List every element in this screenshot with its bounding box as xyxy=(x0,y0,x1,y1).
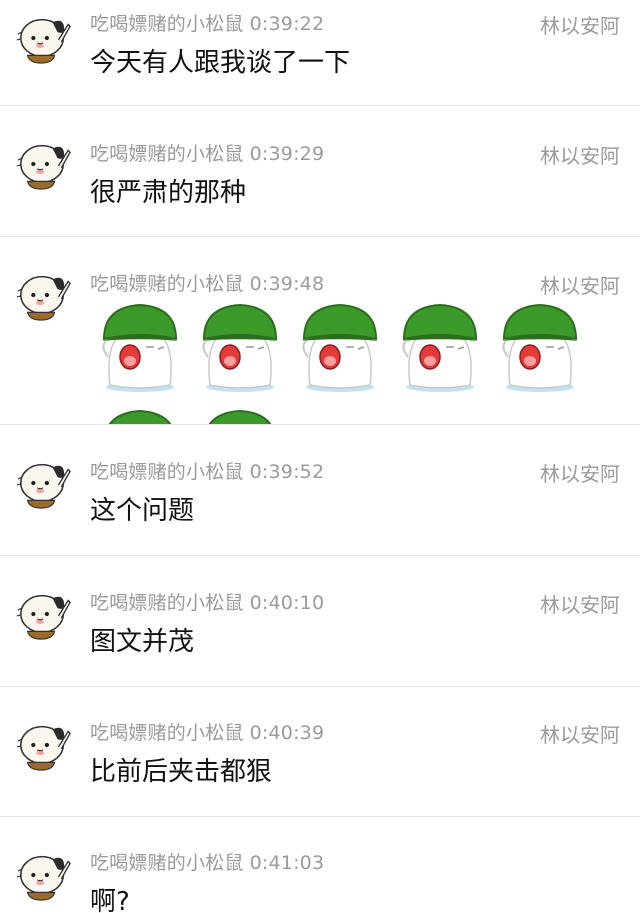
message-time: 0:41:03 xyxy=(249,852,325,874)
sender-name[interactable]: 吃喝嫖赌的小松鼠 xyxy=(90,461,244,483)
green-hat-crying-ghost-sticker[interactable] xyxy=(200,301,280,393)
sender-meta: 吃喝嫖赌的小松鼠 0:39:22 xyxy=(90,9,324,36)
chat-message: 吃喝嫖赌的小松鼠 0:40:10 林以安阿 图文并茂 xyxy=(0,556,640,687)
chat-message: 吃喝嫖赌的小松鼠 0:39:29 林以安阿 很严肃的那种 xyxy=(0,106,640,237)
sender-name[interactable]: 吃喝嫖赌的小松鼠 xyxy=(90,13,244,35)
green-hat-crying-ghost-sticker[interactable] xyxy=(100,407,180,425)
sticker-group xyxy=(100,299,620,425)
sender-name[interactable]: 吃喝嫖赌的小松鼠 xyxy=(90,722,244,744)
reply-target[interactable]: 林以安阿 xyxy=(540,140,620,169)
sender-name[interactable]: 吃喝嫖赌的小松鼠 xyxy=(90,273,244,295)
message-text: 图文并茂 xyxy=(90,627,195,657)
chat-message: 吃喝嫖赌的小松鼠 0:41:03 啊? xyxy=(0,817,640,913)
green-hat-crying-ghost-sticker[interactable] xyxy=(500,301,580,393)
sender-meta: 吃喝嫖赌的小松鼠 0:41:03 xyxy=(90,848,324,875)
chat-message: 吃喝嫖赌的小松鼠 0:39:48 林以安阿 xyxy=(0,237,640,425)
message-text: 很严肃的那种 xyxy=(90,178,247,208)
message-time: 0:39:22 xyxy=(249,13,325,35)
sender-meta: 吃喝嫖赌的小松鼠 0:39:48 xyxy=(90,269,324,296)
panda-bear-avatar-icon[interactable] xyxy=(14,582,72,644)
message-text: 今天有人跟我谈了一下 xyxy=(90,48,351,78)
sender-name[interactable]: 吃喝嫖赌的小松鼠 xyxy=(90,592,244,614)
sender-meta: 吃喝嫖赌的小松鼠 0:39:29 xyxy=(90,139,324,166)
message-time: 0:39:48 xyxy=(249,273,325,295)
sender-meta: 吃喝嫖赌的小松鼠 0:40:39 xyxy=(90,718,324,745)
panda-bear-avatar-icon[interactable] xyxy=(14,451,72,513)
reply-target[interactable]: 林以安阿 xyxy=(540,719,620,748)
message-text: 比前后夹击都狠 xyxy=(90,757,273,787)
chat-message: 吃喝嫖赌的小松鼠 0:39:52 林以安阿 这个问题 xyxy=(0,425,640,556)
reply-target[interactable]: 林以安阿 xyxy=(540,10,620,39)
sender-name[interactable]: 吃喝嫖赌的小松鼠 xyxy=(90,143,244,165)
green-hat-crying-ghost-sticker[interactable] xyxy=(400,301,480,393)
panda-bear-avatar-icon[interactable] xyxy=(14,6,72,68)
message-time: 0:39:52 xyxy=(249,461,325,483)
sender-meta: 吃喝嫖赌的小松鼠 0:39:52 xyxy=(90,457,324,484)
green-hat-crying-ghost-sticker[interactable] xyxy=(200,407,280,425)
panda-bear-avatar-icon[interactable] xyxy=(14,263,72,325)
panda-bear-avatar-icon[interactable] xyxy=(14,132,72,194)
message-text: 这个问题 xyxy=(90,496,195,526)
message-time: 0:40:39 xyxy=(249,722,325,744)
chat-message: 吃喝嫖赌的小松鼠 0:39:22 林以安阿 今天有人跟我谈了一下 xyxy=(0,0,640,106)
message-time: 0:39:29 xyxy=(249,143,325,165)
reply-target[interactable]: 林以安阿 xyxy=(540,270,620,299)
sender-name[interactable]: 吃喝嫖赌的小松鼠 xyxy=(90,852,244,874)
reply-target[interactable]: 林以安阿 xyxy=(540,589,620,618)
message-text: 啊? xyxy=(90,887,130,913)
panda-bear-avatar-icon[interactable] xyxy=(14,713,72,775)
green-hat-crying-ghost-sticker[interactable] xyxy=(300,301,380,393)
panda-bear-avatar-icon[interactable] xyxy=(14,843,72,905)
message-time: 0:40:10 xyxy=(249,592,325,614)
sender-meta: 吃喝嫖赌的小松鼠 0:40:10 xyxy=(90,588,324,615)
green-hat-crying-ghost-sticker[interactable] xyxy=(100,301,180,393)
chat-message: 吃喝嫖赌的小松鼠 0:40:39 林以安阿 比前后夹击都狠 xyxy=(0,687,640,817)
reply-target[interactable]: 林以安阿 xyxy=(540,458,620,487)
